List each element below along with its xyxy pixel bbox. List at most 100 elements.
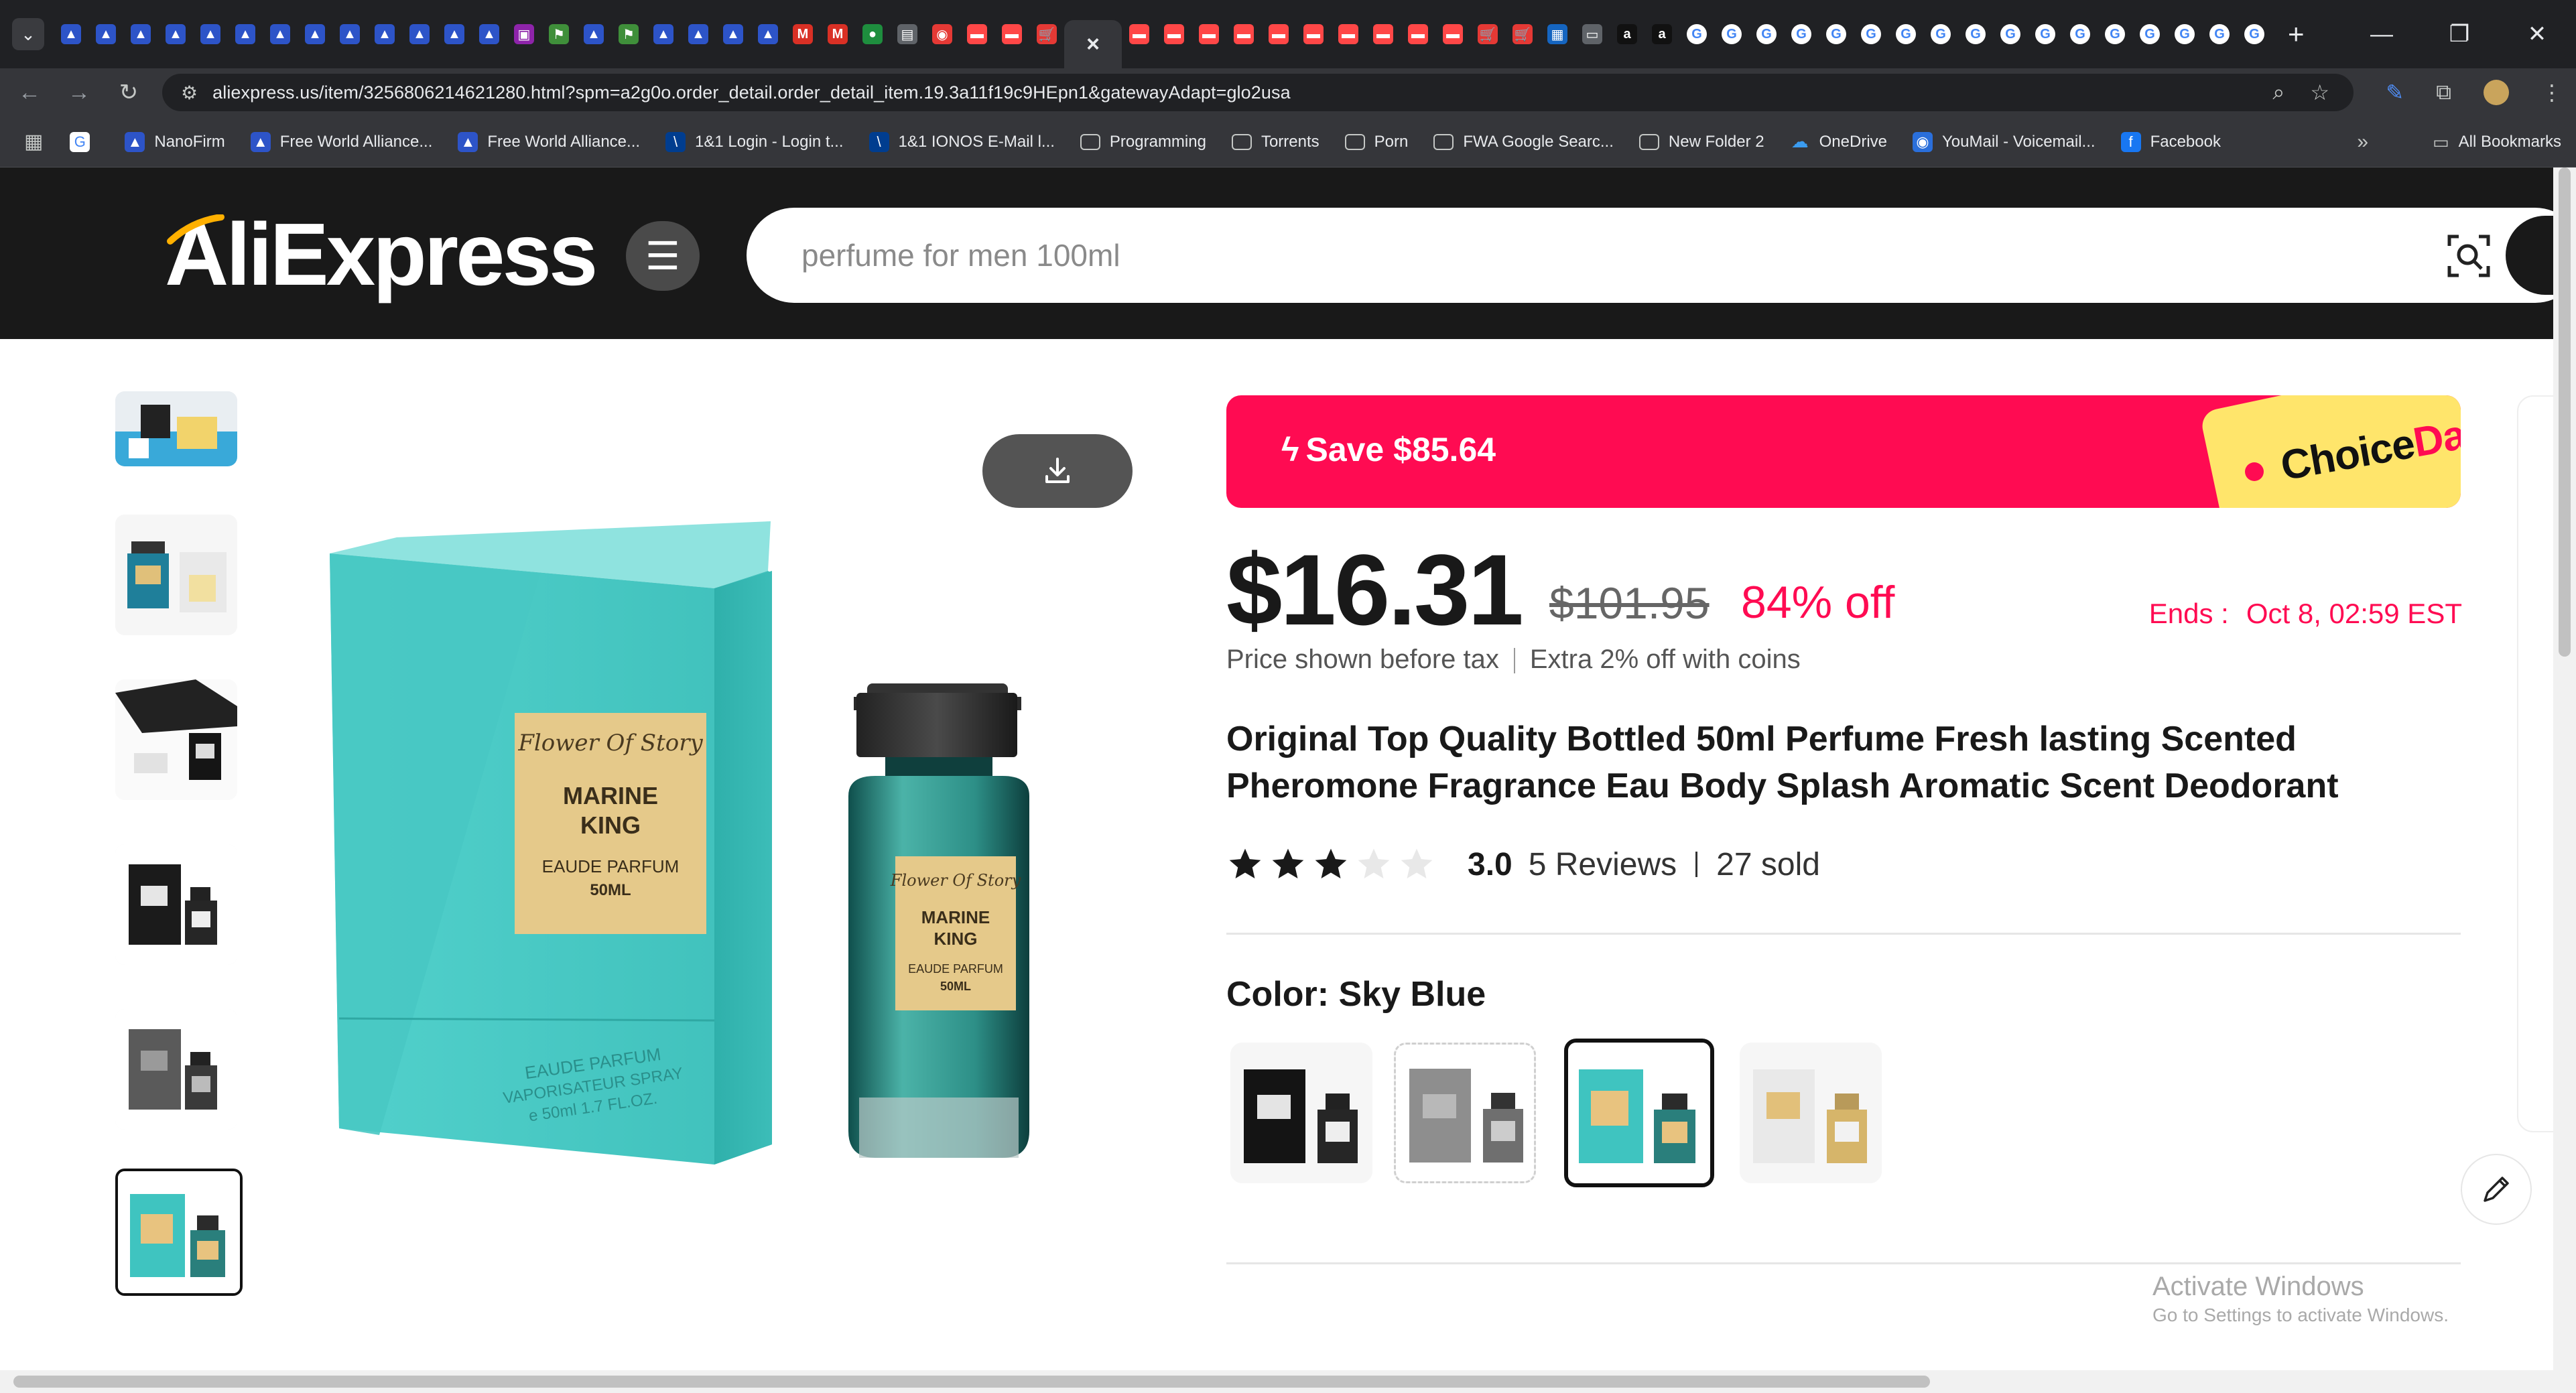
- bookmark-item[interactable]: ▭ Torrents: [1231, 133, 1319, 151]
- tab-1[interactable]: ▬: [1122, 14, 1157, 54]
- download-image-button[interactable]: [982, 434, 1133, 508]
- tab-25[interactable]: G: [1958, 14, 1993, 54]
- aliexpress-logo[interactable]: AliExpress: [165, 208, 598, 302]
- tab-20[interactable]: G: [1784, 14, 1819, 54]
- bookmark-item[interactable]: ☁ OneDrive: [1790, 131, 1887, 151]
- tab-5[interactable]: ▲: [193, 14, 228, 54]
- tab-18[interactable]: G: [1714, 14, 1749, 54]
- bookmark-item[interactable]: ▲ NanoFirm: [125, 131, 225, 152]
- tab-21[interactable]: ▲: [751, 14, 785, 54]
- tab-33[interactable]: G: [2237, 14, 2272, 54]
- tab-12[interactable]: ▲: [437, 14, 472, 54]
- tab-15[interactable]: ⚑: [541, 14, 576, 54]
- tab-16[interactable]: a: [1645, 14, 1679, 54]
- tab-9[interactable]: ▬: [1401, 14, 1435, 54]
- address-bar[interactable]: ⚙ aliexpress.us/item/3256806214621280.ht…: [162, 74, 2354, 111]
- tab-8[interactable]: ▲: [298, 14, 332, 54]
- tab-15[interactable]: a: [1610, 14, 1645, 54]
- tab-3[interactable]: ▬: [1192, 14, 1226, 54]
- tab-23[interactable]: G: [1888, 14, 1923, 54]
- tab-26[interactable]: ◉: [925, 14, 960, 54]
- tab-19[interactable]: ▲: [681, 14, 716, 54]
- main-product-image[interactable]: Flower Of Story MARINE KING EAUDE PARFUM…: [272, 394, 1170, 1285]
- tab-4[interactable]: ▲: [158, 14, 193, 54]
- swatch-grey[interactable]: [1394, 1043, 1536, 1183]
- bookmark-item[interactable]: G: [70, 131, 99, 152]
- tab-12[interactable]: 🛒: [1505, 14, 1540, 54]
- tab-27[interactable]: G: [2028, 14, 2063, 54]
- extension-pen-icon[interactable]: ✎: [2386, 80, 2404, 105]
- tab-14[interactable]: ▣: [507, 14, 541, 54]
- site-info-icon[interactable]: ⚙: [181, 82, 198, 104]
- bookmark-item[interactable]: ▭ FWA Google Searc...: [1433, 133, 1614, 151]
- category-menu-button[interactable]: ☰: [626, 221, 700, 291]
- tab-29[interactable]: G: [2098, 14, 2132, 54]
- minimize-icon[interactable]: —: [2343, 21, 2421, 48]
- bookmark-star-icon[interactable]: ☆: [2310, 80, 2329, 105]
- close-icon[interactable]: ×: [1086, 31, 1100, 58]
- bookmark-item[interactable]: ▲ Free World Alliance...: [458, 131, 640, 152]
- tab-11[interactable]: ▲: [402, 14, 437, 54]
- tab-18[interactable]: ▲: [646, 14, 681, 54]
- profile-avatar[interactable]: [2484, 80, 2509, 105]
- tab-10[interactable]: ▲: [367, 14, 402, 54]
- tab-31[interactable]: G: [2167, 14, 2202, 54]
- tab-27[interactable]: ▬: [960, 14, 994, 54]
- restore-icon[interactable]: ❐: [2421, 21, 2498, 48]
- tab-25[interactable]: ▤: [890, 14, 925, 54]
- vertical-scroll-thumb[interactable]: [2559, 168, 2571, 657]
- edit-floating-button[interactable]: [2461, 1154, 2532, 1225]
- tab-24[interactable]: G: [1923, 14, 1958, 54]
- tab-8[interactable]: ▬: [1366, 14, 1401, 54]
- horizontal-scrollbar[interactable]: [0, 1370, 2576, 1393]
- tab-22[interactable]: G: [1854, 14, 1888, 54]
- back-icon[interactable]: ←: [9, 80, 50, 106]
- tab-29[interactable]: 🛒: [1029, 14, 1064, 54]
- tab-5[interactable]: ▬: [1261, 14, 1296, 54]
- tab-6[interactable]: ▲: [228, 14, 263, 54]
- tab-2[interactable]: ▲: [88, 14, 123, 54]
- swatch-sky-blue-selected[interactable]: [1564, 1039, 1714, 1187]
- image-search-camera-icon[interactable]: [2441, 228, 2497, 284]
- tab-32[interactable]: G: [2202, 14, 2237, 54]
- tab-19[interactable]: G: [1749, 14, 1784, 54]
- tab-21[interactable]: G: [1819, 14, 1854, 54]
- bookmark-item[interactable]: f Facebook: [2120, 131, 2221, 152]
- tab-24[interactable]: ●: [855, 14, 890, 54]
- swatch-black[interactable]: [1230, 1043, 1372, 1183]
- reviews-link[interactable]: 5 Reviews: [1529, 846, 1677, 883]
- tab-13[interactable]: ▲: [472, 14, 507, 54]
- bookmark-item[interactable]: ▭ Programming: [1080, 133, 1206, 151]
- new-tab-button[interactable]: +: [2288, 18, 2305, 50]
- forward-icon[interactable]: →: [59, 80, 99, 106]
- tab-1[interactable]: ▲: [54, 14, 88, 54]
- extensions-puzzle-icon[interactable]: ⧉: [2436, 80, 2451, 105]
- reload-icon[interactable]: ↻: [109, 79, 149, 106]
- tab-search-button[interactable]: ⌄: [12, 18, 44, 50]
- tab-4[interactable]: ▬: [1226, 14, 1261, 54]
- thumbnail-1[interactable]: [115, 391, 237, 466]
- bookmark-item[interactable]: ▭ Porn: [1344, 133, 1408, 151]
- search-input[interactable]: [801, 230, 2343, 280]
- zoom-icon[interactable]: ⌕: [2272, 80, 2284, 105]
- bookmark-item[interactable]: ◉ YouMail - Voicemail...: [1913, 131, 2096, 152]
- tab-7[interactable]: ▬: [1331, 14, 1366, 54]
- thumbnail-5[interactable]: [115, 1009, 237, 1130]
- thumbnail-4[interactable]: [115, 844, 237, 965]
- tab-17[interactable]: G: [1679, 14, 1714, 54]
- bookmark-item[interactable]: ▭ New Folder 2: [1638, 133, 1764, 151]
- bookmark-item[interactable]: \ 1&1 Login - Login t...: [665, 131, 844, 152]
- thumbnail-2[interactable]: [115, 515, 237, 635]
- close-window-icon[interactable]: ✕: [2498, 21, 2576, 48]
- coins-note[interactable]: Extra 2% off with coins: [1530, 645, 1801, 674]
- vertical-scrollbar[interactable]: [2553, 168, 2576, 1370]
- horizontal-scroll-thumb[interactable]: [13, 1376, 1930, 1388]
- tab-14[interactable]: ▭: [1575, 14, 1610, 54]
- tab-3[interactable]: ▲: [123, 14, 158, 54]
- tab-11[interactable]: 🛒: [1470, 14, 1505, 54]
- tab-20[interactable]: ▲: [716, 14, 751, 54]
- thumbnail-6-active[interactable]: [115, 1169, 243, 1296]
- tab-7[interactable]: ▲: [263, 14, 298, 54]
- tab-13[interactable]: ▦: [1540, 14, 1575, 54]
- tab-26[interactable]: G: [1993, 14, 2028, 54]
